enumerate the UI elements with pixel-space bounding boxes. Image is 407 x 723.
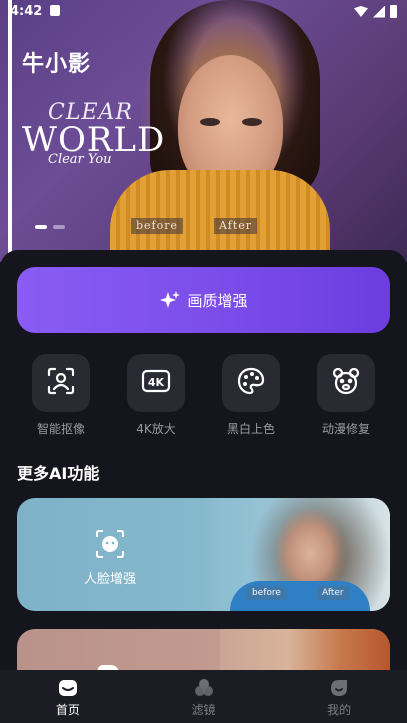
- hero-divider-bar: [8, 0, 12, 255]
- tool-label: 智能抠像: [36, 422, 85, 436]
- 4k-icon: 4K: [141, 368, 171, 398]
- nav-profile[interactable]: 我的: [271, 670, 407, 723]
- tool-label: 黑白上色: [226, 422, 275, 436]
- tool-tile[interactable]: [32, 354, 90, 412]
- nav-home[interactable]: 首页: [0, 670, 136, 723]
- tool-smart-cutout[interactable]: 智能抠像: [21, 354, 101, 437]
- card-after-label: After: [317, 586, 349, 600]
- hero-photo-eye-left: [200, 118, 220, 126]
- app-title: 牛小影: [22, 52, 92, 77]
- filter-icon: [193, 678, 215, 698]
- tool-tile[interactable]: [317, 354, 375, 412]
- hero-after-label: After: [214, 218, 258, 234]
- tool-label: 4K放大: [136, 422, 176, 436]
- carousel-dot[interactable]: [53, 225, 65, 229]
- status-bar: 4:42: [0, 0, 407, 24]
- hero-photo-eye-right: [242, 118, 262, 126]
- status-icons: [354, 5, 397, 18]
- palette-icon: [236, 366, 266, 400]
- tool-colorize[interactable]: 黑白上色: [211, 354, 291, 437]
- svg-text:4K: 4K: [148, 376, 165, 389]
- home-icon: [57, 678, 79, 698]
- cell-signal-icon: [373, 5, 385, 18]
- quality-enhance-button[interactable]: 画质增强: [17, 267, 390, 333]
- hero-photo-sweater: [110, 170, 330, 262]
- section-title-more-ai: 更多AI功能: [17, 464, 100, 483]
- hero-banner[interactable]: 牛小影 CLEAR WORLD Clear You before After: [0, 0, 407, 262]
- nav-filter[interactable]: 滤镜: [136, 670, 272, 723]
- nav-label: 首页: [55, 703, 80, 717]
- nav-label: 滤镜: [191, 703, 216, 717]
- carousel-indicator: [35, 225, 65, 229]
- bottom-nav: 首页 滤镜 我的: [0, 670, 407, 723]
- main-sheet: 画质增强 智能抠像 4K 4K放大 黑白上色 动漫修复 更多AI功能 人脸增强 …: [0, 250, 407, 723]
- carousel-dot-active[interactable]: [35, 225, 47, 229]
- face-enhance-icon: [93, 528, 127, 560]
- tool-anime-repair[interactable]: 动漫修复: [306, 354, 386, 437]
- card-before-label: before: [247, 586, 286, 600]
- bear-face-icon: [331, 366, 361, 400]
- portrait-scan-icon: [46, 366, 76, 400]
- hero-before-label: before: [131, 218, 184, 234]
- nav-label: 我的: [327, 703, 352, 717]
- battery-icon: [390, 5, 397, 18]
- status-time: 4:42: [10, 4, 43, 19]
- tool-4k-upscale[interactable]: 4K 4K放大: [116, 354, 196, 437]
- tool-label: 动漫修复: [321, 422, 370, 436]
- notification-icon: [50, 5, 60, 16]
- card-face-enhance[interactable]: 人脸增强 before After: [17, 498, 390, 611]
- tool-grid: 智能抠像 4K 4K放大 黑白上色 动漫修复: [0, 354, 407, 439]
- wifi-icon: [354, 6, 368, 17]
- quality-enhance-label: 画质增强: [187, 291, 248, 310]
- tool-tile[interactable]: 4K: [127, 354, 185, 412]
- card-face-enhance-label: 人脸增强: [83, 572, 136, 587]
- hero-headline-clear-you: Clear You: [48, 152, 112, 167]
- tool-tile[interactable]: [222, 354, 280, 412]
- profile-icon: [328, 678, 350, 698]
- sparkle-icon: [159, 290, 181, 310]
